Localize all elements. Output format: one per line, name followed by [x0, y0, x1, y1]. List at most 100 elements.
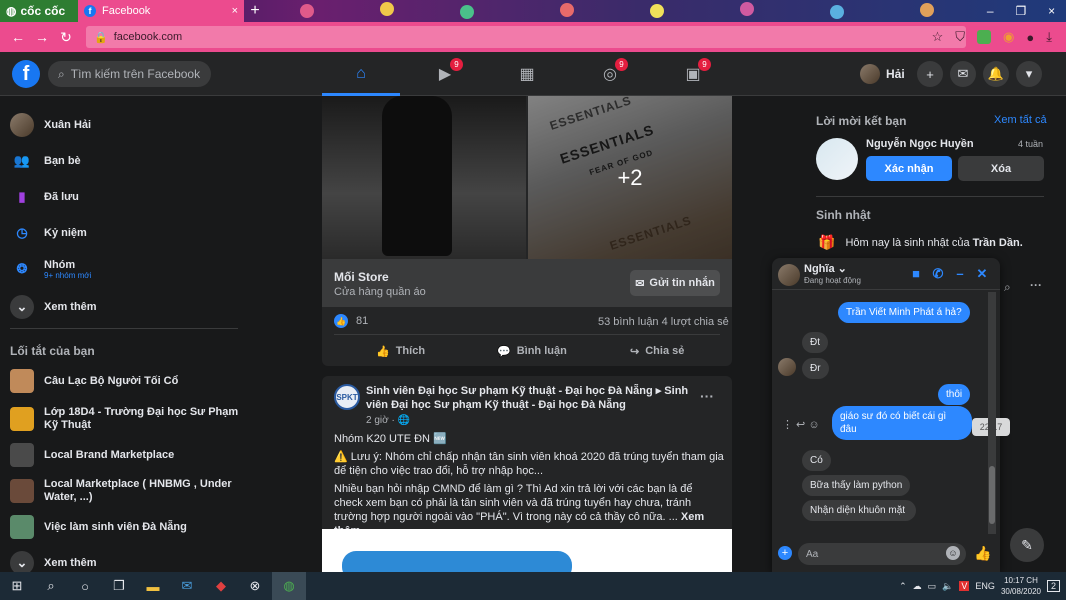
confirm-button[interactable]: Xác nhận: [866, 156, 952, 181]
comment-button[interactable]: 💬 Bình luận: [497, 340, 567, 362]
search-input[interactable]: ⌕ Tìm kiếm trên Facebook: [48, 61, 211, 87]
back-arrow-icon[interactable]: ←: [6, 29, 30, 45]
task-view-icon[interactable]: ❐: [102, 572, 136, 600]
cortana-icon[interactable]: ○: [68, 572, 102, 600]
post-text-line: ⚠️ Lưu ý: Nhóm chỉ chấp nhận tân sinh vi…: [334, 451, 724, 477]
reaction-count[interactable]: 👍 81: [334, 314, 368, 328]
minimize-chat-icon[interactable]: –: [952, 266, 968, 281]
avatar[interactable]: [816, 138, 858, 180]
post-timestamp[interactable]: 2 giờ · 🌐: [366, 415, 410, 426]
chat-message-sent: thôi: [938, 384, 971, 405]
post-options-icon[interactable]: ···: [700, 388, 714, 404]
close-window-button[interactable]: ×: [1048, 4, 1055, 18]
file-explorer-icon[interactable]: ▬: [136, 572, 170, 600]
contacts-options-icon[interactable]: ···: [1030, 278, 1042, 292]
browser-logo-tab[interactable]: ◍ cốc cốc: [0, 0, 78, 22]
like-button[interactable]: 👍 Thích: [376, 340, 425, 362]
message-options-icon[interactable]: ⋮ ↩ ☺: [782, 418, 820, 431]
sidebar-item-groups[interactable]: ❂ Nhóm 9+ nhóm mới: [10, 254, 92, 284]
chat-more-actions-icon[interactable]: +: [778, 546, 792, 560]
network-icon[interactable]: ▭: [928, 581, 937, 592]
messenger-icon: ✉: [635, 277, 645, 290]
account-icon[interactable]: ●: [1026, 30, 1034, 45]
birthday-notice[interactable]: 🎁 Hôm nay là sinh nhật của Trần Dần.: [818, 234, 1023, 251]
maximize-button[interactable]: ❐: [1015, 4, 1026, 18]
coccoc-taskbar-icon[interactable]: ◍: [272, 572, 306, 600]
notifications-bell-icon[interactable]: 🔔: [983, 61, 1009, 87]
post-group-title[interactable]: Sinh viên Đại học Sư phạm Kỹ thuật - Đại…: [366, 384, 696, 412]
button-label: Chia sẻ: [645, 345, 685, 357]
minimize-button[interactable]: –: [987, 4, 994, 18]
messenger-icon[interactable]: ✉: [950, 61, 976, 87]
extension-icon[interactable]: ◉: [1003, 29, 1014, 45]
active-browser-tab[interactable]: f Facebook ×: [78, 0, 244, 22]
forward-arrow-icon[interactable]: →: [30, 29, 54, 45]
more-images-overlay[interactable]: +2: [528, 96, 732, 259]
cloud-icon[interactable]: ☁: [913, 581, 922, 592]
volume-icon[interactable]: 🔈: [942, 581, 953, 592]
search-icon[interactable]: ⌕: [34, 572, 68, 600]
emoji-icon[interactable]: ☺: [946, 546, 960, 560]
post-image[interactable]: [322, 96, 526, 259]
sidebar-item-profile[interactable]: Xuân Hải: [10, 110, 91, 140]
chat-contact-name[interactable]: Nghĩa ⌄: [804, 262, 847, 275]
see-all-link[interactable]: Xem tất cả: [994, 114, 1047, 126]
shortcut-item[interactable]: Local Marketplace ( HNBMG , Under Water,…: [10, 474, 240, 508]
friend-request-name[interactable]: Nguyễn Ngọc Huyền: [866, 138, 974, 150]
reload-icon[interactable]: ↻: [54, 29, 78, 46]
sidebar-item-saved[interactable]: ▮ Đã lưu: [10, 182, 78, 212]
store-name[interactable]: Mối Store: [334, 270, 389, 284]
post-image[interactable]: [322, 529, 732, 572]
app-icon[interactable]: ◆: [204, 572, 238, 600]
mail-icon[interactable]: ✉: [170, 572, 204, 600]
nav-watch-icon[interactable]: ▶ 9: [425, 58, 465, 88]
sidebar-item-see-more[interactable]: ⌄ Xem thêm: [10, 292, 97, 322]
phone-call-icon[interactable]: ✆: [930, 266, 946, 282]
nav-home-icon[interactable]: ⌂: [341, 60, 381, 88]
contacts-search-icon[interactable]: ⌕: [1004, 280, 1011, 295]
new-message-icon[interactable]: ✎: [1010, 528, 1044, 562]
sidebar-item-friends[interactable]: 👥 Bạn bè: [10, 146, 81, 176]
star-icon[interactable]: ☆: [932, 29, 944, 45]
send-message-button[interactable]: ✉ Gửi tin nhắn: [630, 270, 720, 296]
avatar[interactable]: [778, 264, 800, 286]
chat-scrollbar-thumb[interactable]: [989, 466, 995, 524]
nav-gaming-icon[interactable]: ▣ 9: [673, 58, 713, 88]
input-language[interactable]: ENG: [975, 581, 995, 591]
shortcut-item[interactable]: Việc làm sinh viên Đà Nẵng: [10, 512, 240, 542]
comments-shares-count[interactable]: 53 bình luận 4 lượt chia sẻ: [598, 316, 729, 328]
nav-groups-icon[interactable]: ◎ 9: [590, 58, 630, 88]
address-bar[interactable]: 🔒 facebook.com: [86, 26, 966, 48]
shortcut-item[interactable]: Câu Lạc Bộ Người Tối Cổ: [10, 366, 240, 396]
nav-marketplace-icon[interactable]: ▦: [507, 60, 547, 88]
profile-chip[interactable]: Hải: [860, 62, 905, 86]
facebook-logo-icon[interactable]: f: [12, 60, 40, 88]
share-button[interactable]: ↪ Chia sẻ: [630, 340, 684, 362]
close-tab-icon[interactable]: ×: [232, 5, 238, 17]
windows-start-icon[interactable]: ⊞: [0, 572, 34, 600]
extension-icon[interactable]: [977, 30, 992, 44]
clock[interactable]: 10:17 CH 30/08/2020: [1001, 575, 1041, 597]
xbox-icon[interactable]: ⊗: [238, 572, 272, 600]
download-icon[interactable]: ⤓: [1046, 29, 1052, 45]
new-tab-button[interactable]: +: [246, 2, 264, 20]
shortcut-item[interactable]: Local Brand Marketplace: [10, 440, 240, 470]
shortcut-item[interactable]: Lớp 18D4 - Trường Đại học Sư Phạm Kỹ Thu…: [10, 402, 240, 436]
close-chat-icon[interactable]: ✕: [974, 266, 990, 282]
group-logo[interactable]: SPKT: [334, 384, 360, 410]
video-call-icon[interactable]: ■: [908, 266, 924, 281]
account-menu-chevron-icon[interactable]: ▾: [1016, 61, 1042, 87]
shield-icon[interactable]: ⛉: [955, 29, 965, 45]
antivirus-icon[interactable]: V: [959, 581, 970, 591]
chevron-up-icon[interactable]: ⌃: [899, 581, 907, 592]
delete-button[interactable]: Xóa: [958, 156, 1044, 181]
send-like-icon[interactable]: 👍: [974, 545, 991, 562]
browser-toolbar-right: ☆ ⛉ ◉ ● ⤓: [932, 26, 1052, 48]
chat-message-received: Đr: [802, 358, 829, 379]
person-figure: [382, 96, 452, 256]
create-plus-icon[interactable]: +: [917, 61, 943, 87]
chat-message-input[interactable]: Aa: [798, 543, 966, 565]
chat-message-received: Bữa thấy làm python: [802, 475, 911, 496]
sidebar-item-memories[interactable]: ◷ Kỷ niệm: [10, 218, 86, 248]
notification-center-icon[interactable]: 2: [1046, 580, 1060, 592]
